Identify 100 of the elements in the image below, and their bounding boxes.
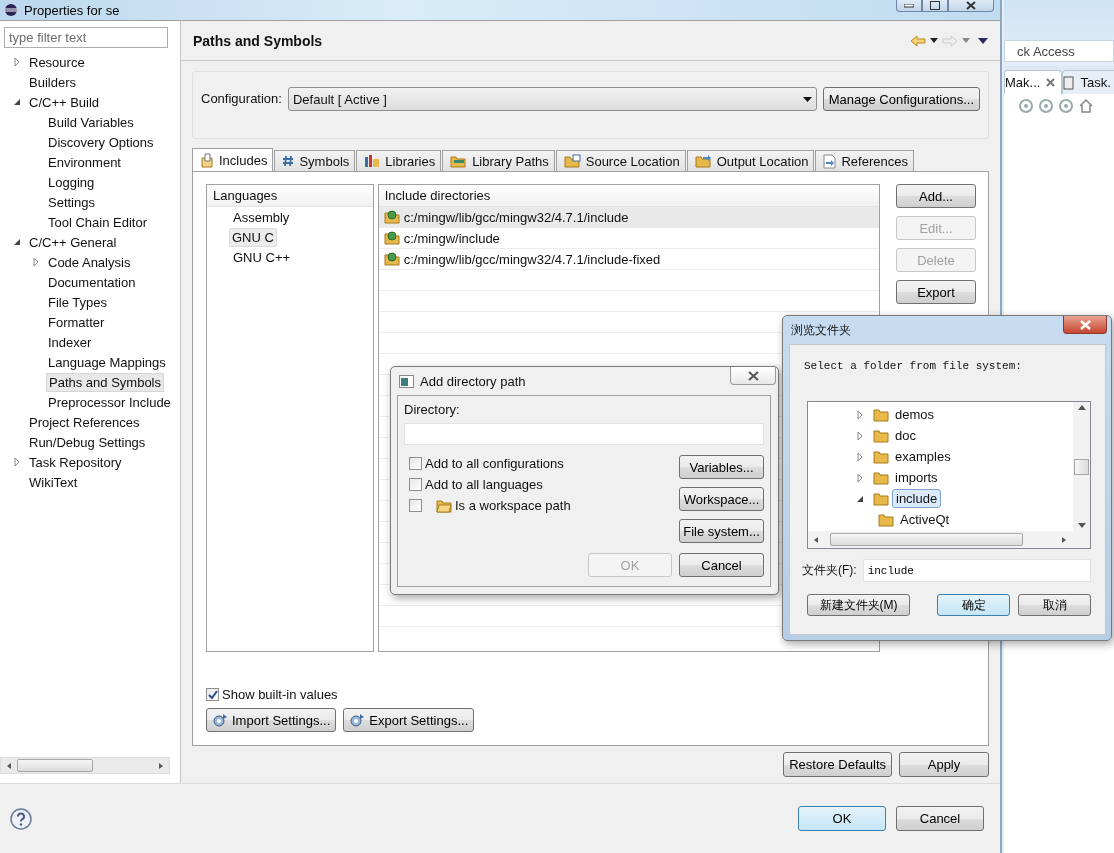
menu-icon[interactable] <box>978 37 988 44</box>
tab[interactable]: References <box>815 150 914 171</box>
configuration-dropdown[interactable]: Default [ Active ] <box>287 87 817 111</box>
browse-button[interactable]: Workspace... <box>679 487 764 511</box>
expand-arrow-icon[interactable] <box>12 57 22 67</box>
tree-item[interactable]: Build Variables <box>46 113 136 131</box>
dialog-button[interactable]: OK <box>798 806 886 831</box>
cancel-button[interactable]: Cancel <box>679 553 764 577</box>
tree-item[interactable]: Builders <box>27 73 78 91</box>
language-item[interactable]: Assembly <box>231 208 292 226</box>
directory-row[interactable]: c:/mingw/include <box>378 228 879 249</box>
tree-item[interactable]: Run/Debug Settings <box>27 433 148 451</box>
help-icon[interactable] <box>10 807 32 830</box>
browse-button[interactable]: Variables... <box>679 455 764 479</box>
list-button[interactable]: Add... <box>896 184 976 208</box>
folder-item[interactable]: imports <box>892 469 941 486</box>
folder-item[interactable]: doc <box>892 427 919 444</box>
expand-arrow-icon[interactable] <box>855 451 865 462</box>
directory-field[interactable] <box>404 423 764 445</box>
manage-configurations-button[interactable]: Manage Configurations... <box>822 87 980 111</box>
close-button[interactable] <box>1063 316 1107 334</box>
collapse-arrow-icon[interactable] <box>12 237 22 247</box>
scroll-left-icon[interactable] <box>812 535 820 544</box>
tab[interactable]: Symbols <box>274 150 356 171</box>
tab[interactable]: Source Location <box>555 150 686 171</box>
tree-item[interactable]: Task Repository <box>27 453 124 471</box>
scroll-left-icon[interactable] <box>5 761 13 770</box>
scroll-thumb[interactable] <box>17 759 93 772</box>
tree-item[interactable]: WikiText <box>27 473 80 491</box>
tree-item[interactable]: Language Mappings <box>46 353 168 371</box>
checkbox[interactable] <box>206 688 219 701</box>
browse-button[interactable]: File system... <box>679 519 764 543</box>
tree-item[interactable]: Resource <box>27 53 87 71</box>
close-button[interactable] <box>730 367 776 385</box>
quick-access-field[interactable]: ck Access <box>1004 40 1114 62</box>
scroll-right-icon[interactable] <box>1060 535 1068 544</box>
folder-item[interactable]: examples <box>892 448 954 465</box>
target-icon[interactable] <box>1058 98 1074 114</box>
tree-item[interactable]: Environment <box>46 153 123 171</box>
horizontal-scrollbar[interactable] <box>0 757 170 774</box>
maximize-button[interactable] <box>922 0 948 12</box>
language-item[interactable]: GNU C++ <box>231 248 293 266</box>
vertical-scrollbar[interactable] <box>1073 402 1090 531</box>
checkbox[interactable] <box>409 499 422 512</box>
tab[interactable]: Libraries <box>356 150 442 171</box>
folder-item[interactable]: demos <box>892 406 938 423</box>
list-button[interactable]: Export <box>896 280 976 304</box>
settings-button[interactable]: Export Settings... <box>343 708 475 732</box>
expand-arrow-icon[interactable] <box>855 409 865 420</box>
dialog-button[interactable]: 新建文件夹(M) <box>807 594 910 616</box>
home-icon[interactable] <box>1078 98 1094 114</box>
dialog-button[interactable]: 取消 <box>1018 594 1091 616</box>
expand-arrow-icon[interactable] <box>31 257 41 267</box>
tree-item[interactable]: Project References <box>27 413 142 431</box>
close-icon[interactable] <box>1046 78 1056 87</box>
tree-item[interactable]: Code Analysis <box>46 253 133 271</box>
target-icon[interactable] <box>1038 98 1054 114</box>
folder-item[interactable]: include <box>892 489 942 508</box>
page-button[interactable]: Apply <box>899 752 989 777</box>
scroll-up-icon[interactable] <box>1077 405 1086 410</box>
directory-row[interactable]: c:/mingw/lib/gcc/mingw32/4.7.1/include <box>378 207 879 228</box>
tree-item[interactable]: Discovery Options <box>46 133 156 151</box>
checkbox[interactable] <box>409 457 422 470</box>
expand-arrow-icon[interactable] <box>855 430 865 441</box>
settings-button[interactable]: Import Settings... <box>206 708 337 732</box>
scroll-right-icon[interactable] <box>157 761 165 770</box>
tree-item[interactable]: Paths and Symbols <box>46 372 164 392</box>
checkbox[interactable] <box>409 478 422 491</box>
expand-arrow-icon[interactable] <box>12 457 22 467</box>
folder-field[interactable]: include <box>862 559 1091 582</box>
tree-item[interactable]: Formatter <box>46 313 107 331</box>
tab[interactable]: Includes <box>192 148 274 171</box>
tree-item[interactable]: Tool Chain Editor <box>46 213 149 231</box>
expand-arrow-icon[interactable] <box>855 472 865 483</box>
dialog-button[interactable]: 确定 <box>937 594 1010 616</box>
tree-item[interactable]: Preprocessor Include <box>46 393 173 411</box>
close-button[interactable] <box>948 0 994 12</box>
dropdown-icon[interactable] <box>930 38 938 43</box>
horizontal-scrollbar[interactable] <box>808 531 1090 548</box>
scroll-thumb[interactable] <box>830 533 1023 546</box>
tree-item[interactable]: C/C++ Build <box>27 93 102 111</box>
folder-item[interactable]: ActiveQt <box>897 511 953 528</box>
collapse-arrow-icon[interactable] <box>12 97 22 107</box>
view-tab[interactable]: Task. <box>1062 70 1114 94</box>
scroll-thumb[interactable] <box>1074 458 1089 475</box>
tab[interactable]: Output Location <box>686 150 815 171</box>
view-tab[interactable]: Mak... <box>1004 70 1063 94</box>
tree-item[interactable]: Indexer <box>46 333 94 351</box>
tab[interactable]: Library Paths <box>442 150 555 171</box>
tree-item[interactable]: C/C++ General <box>27 233 119 251</box>
tree-item[interactable]: Documentation <box>46 273 138 291</box>
dialog-button[interactable]: Cancel <box>896 806 984 831</box>
directory-row[interactable]: c:/mingw/lib/gcc/mingw32/4.7.1/include-fixed <box>378 249 879 270</box>
minimize-button[interactable] <box>896 0 922 12</box>
page-button[interactable]: Restore Defaults <box>783 752 892 777</box>
target-icon[interactable] <box>1018 98 1034 114</box>
tree-item[interactable]: Settings <box>46 193 97 211</box>
scroll-down-icon[interactable] <box>1077 523 1086 528</box>
language-item[interactable]: GNU C <box>229 227 277 247</box>
filter-field[interactable]: type filter text <box>4 27 168 48</box>
